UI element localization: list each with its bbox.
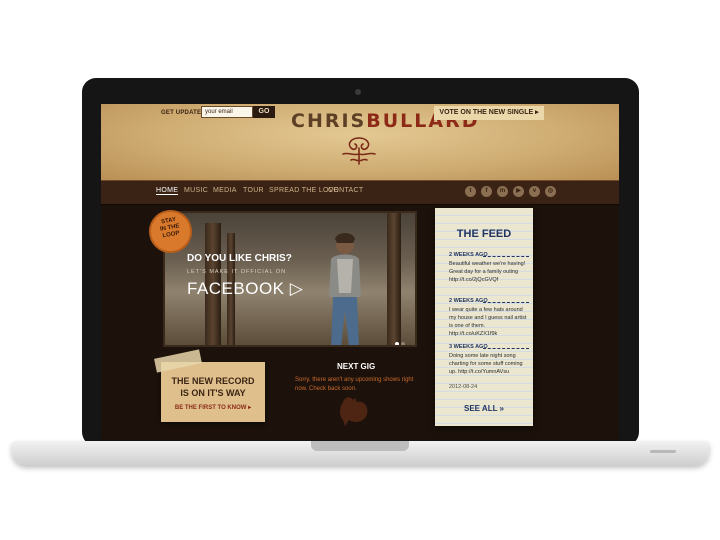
divider	[483, 348, 529, 349]
feed-panel: THE FEED 2 WEEKS AGO Beautiful weather w…	[435, 208, 533, 426]
facebook-promo-banner[interactable]: DO YOU LIKE CHRIS? LET'S MAKE IT OFFICIA…	[163, 211, 417, 347]
logo-first: CHRIS	[291, 110, 367, 132]
youtube-icon[interactable]: ▶	[513, 186, 524, 197]
record-line1: THE NEW RECORD	[171, 376, 255, 386]
updates-label: GET UPDATES	[161, 110, 206, 116]
nav-music[interactable]: MUSIC	[184, 187, 208, 194]
singer-photo	[329, 233, 361, 345]
nav-media[interactable]: MEDIA	[213, 187, 237, 194]
email-input[interactable]: your email	[201, 106, 253, 118]
nav-tour[interactable]: TOUR	[243, 187, 264, 194]
record-line2: IS ON IT'S WAY	[180, 388, 246, 398]
website-screen: GET UPDATES your email GO CHRISBULLARD V…	[101, 104, 619, 440]
nav-home[interactable]: HOME	[156, 187, 179, 195]
see-all-link[interactable]: SEE ALL »	[435, 404, 533, 413]
slider-dots[interactable]	[395, 333, 407, 345]
laptop-indicator	[650, 450, 676, 453]
post-time: 2 WEEKS AGO	[449, 252, 488, 258]
flourish-ornament	[342, 137, 376, 165]
main-nav: HOME MUSIC MEDIA TOUR SPREAD THE LOVE CO…	[101, 180, 619, 205]
post-text[interactable]: Doing some late night song charting for …	[449, 352, 529, 376]
post-time: 2 WEEKS AGO	[449, 298, 488, 304]
go-button[interactable]: GO	[253, 106, 275, 118]
feed-title: THE FEED	[456, 228, 512, 240]
myspace-icon[interactable]: m	[497, 186, 508, 197]
vimeo-icon[interactable]: v	[529, 186, 540, 197]
feed-date: 2012-08-24	[449, 384, 478, 390]
camera-icon	[355, 89, 361, 95]
rss-icon[interactable]: ◎	[545, 186, 556, 197]
post-text[interactable]: Beautiful weather we're having! Great da…	[449, 260, 529, 284]
rooster-icon	[340, 397, 368, 426]
hero-subline: LET'S MAKE IT OFFICIAL ON	[187, 269, 287, 275]
post-time: 3 WEEKS AGO	[449, 344, 488, 350]
hero-headline: DO YOU LIKE CHRIS?	[187, 253, 292, 264]
slider-dot[interactable]	[401, 342, 405, 345]
hero-facebook-text: FACEBOOK ▷	[187, 279, 304, 298]
fence-post	[387, 213, 401, 345]
next-gig-title: NEXT GIG	[337, 362, 376, 371]
tape-strip	[154, 349, 202, 373]
divider	[483, 256, 529, 257]
nav-contact[interactable]: CONTACT	[328, 187, 363, 194]
post-text[interactable]: I wear quite a few hats around my house …	[449, 306, 529, 338]
facebook-icon[interactable]: f	[481, 186, 492, 197]
first-to-know-link[interactable]: BE THE FIRST TO KNOW ▸	[161, 404, 265, 411]
slider-dot[interactable]	[395, 342, 399, 345]
divider	[483, 302, 529, 303]
new-record-note[interactable]: THE NEW RECORD IS ON IT'S WAY BE THE FIR…	[154, 349, 265, 422]
twitter-icon[interactable]: t	[465, 186, 476, 197]
laptop-notch	[311, 441, 409, 451]
vote-single-link[interactable]: VOTE ON THE NEW SINGLE ▸	[434, 106, 544, 120]
site-header: GET UPDATES your email GO CHRISBULLARD V…	[101, 104, 619, 180]
